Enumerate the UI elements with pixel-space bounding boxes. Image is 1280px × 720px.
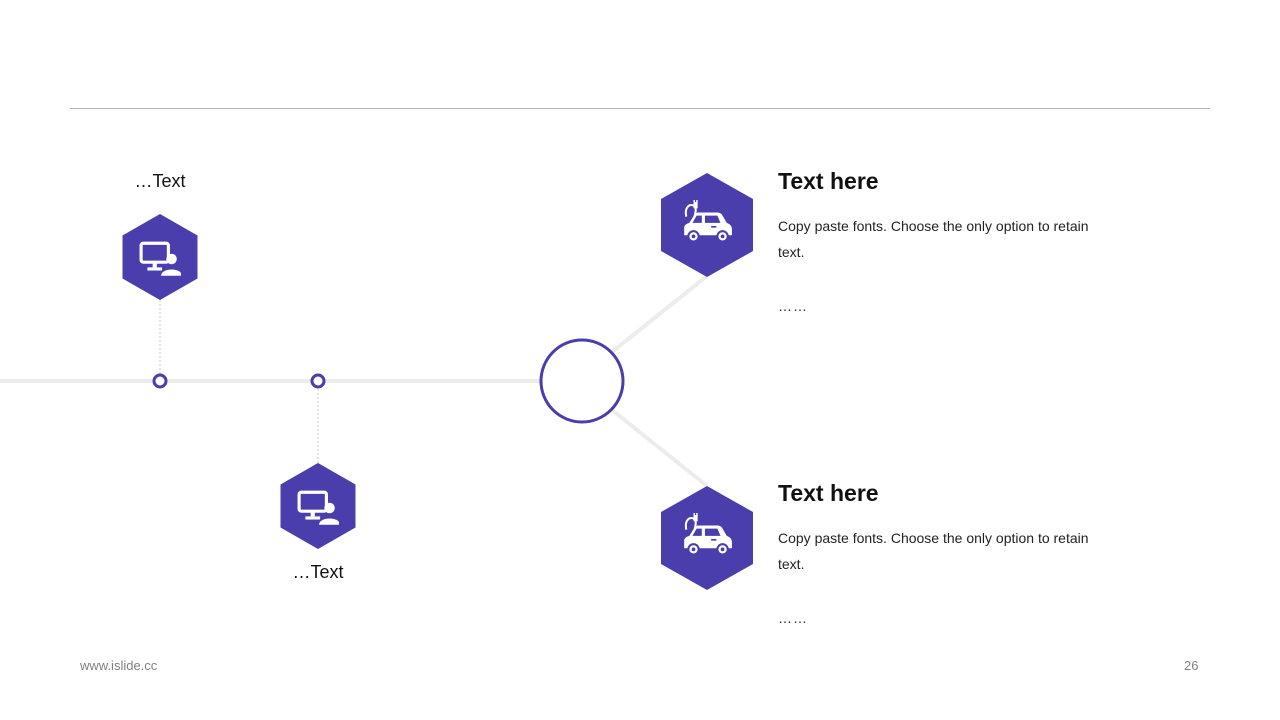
node-label-2: …Text bbox=[292, 562, 344, 582]
item-heading-2: Text here bbox=[778, 480, 879, 506]
item-heading-1: Text here bbox=[778, 168, 879, 194]
item-more-1: …… bbox=[778, 298, 808, 314]
node-hexagon-1 bbox=[122, 214, 198, 300]
item-hexagon-1 bbox=[661, 173, 753, 277]
item-more-2: …… bbox=[778, 610, 808, 626]
item-hexagon-2 bbox=[661, 486, 753, 590]
node-hexagon-2 bbox=[280, 463, 356, 549]
hub-circle bbox=[539, 338, 625, 424]
item-body-1: Copy paste fonts. Choose the only option… bbox=[778, 218, 1089, 260]
page-number: 26 bbox=[1184, 658, 1199, 673]
timeline-point-2 bbox=[310, 373, 326, 389]
node-label-1: …Text bbox=[134, 171, 186, 191]
footer-website: www.islide.cc bbox=[80, 658, 158, 673]
timeline-diagram bbox=[0, 173, 753, 590]
timeline-point-1 bbox=[152, 373, 168, 389]
item-body-2: Copy paste fonts. Choose the only option… bbox=[778, 530, 1089, 572]
slide: …Text …Text Text here Copy paste fonts. … bbox=[0, 0, 1280, 720]
branch-line-bottom bbox=[610, 408, 709, 488]
branch-line-top bbox=[610, 274, 709, 354]
